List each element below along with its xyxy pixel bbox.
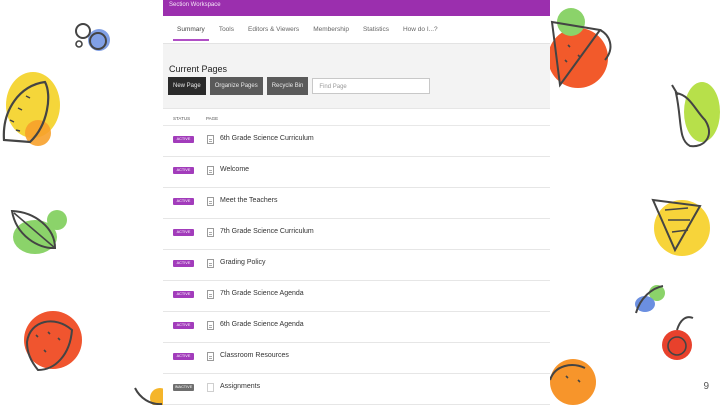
page-icon [207,166,214,175]
workspace-title: Section Workspace [169,2,221,8]
toolbar-buttons: New Page Organize Pages Recycle Bin Find… [168,77,431,95]
status-badge: ACTIVE [173,198,194,205]
status-badge: ACTIVE [173,353,194,360]
status-badge: ACTIVE [173,167,194,174]
page-name-link[interactable]: Assignments [220,382,260,392]
current-pages-toolbar: Current Pages New Page Organize Pages Re… [163,44,550,109]
page-icon [207,259,214,268]
tab-membership[interactable]: Membership [306,16,356,43]
page-icon [207,197,214,206]
page-name-link[interactable]: Welcome [220,165,249,175]
table-row[interactable]: ACTIVE 7th Grade Science Curriculum [163,219,550,250]
table-row[interactable]: ACTIVE Classroom Resources [163,343,550,374]
orange-slice-icon [651,198,710,256]
page-icon [207,290,214,299]
watermelon-icon [548,8,612,88]
table-row[interactable]: ACTIVE Welcome [163,157,550,188]
tab-tools[interactable]: Tools [212,16,241,43]
pages-table: ACTIVE 6th Grade Science Curriculum ACTI… [163,126,550,405]
status-badge: INACTIVE [173,384,194,391]
column-page: PAGE [206,116,219,121]
blueberry-icon [75,23,110,51]
status-badge: ACTIVE [173,322,194,329]
page-icon [207,321,214,330]
organize-pages-button[interactable]: Organize Pages [209,77,263,95]
table-row[interactable]: INACTIVE Assignments [163,374,550,405]
table-row[interactable]: ACTIVE Grading Policy [163,250,550,281]
status-badge: ACTIVE [173,229,194,236]
page-icon [207,352,214,361]
table-row[interactable]: ACTIVE 6th Grade Science Curriculum [163,126,550,157]
tab-how-do-i[interactable]: How do I...? [396,16,445,43]
status-badge: ACTIVE [173,291,194,298]
workspace-screenshot: Section Workspace Summary Tools Editors … [163,0,550,405]
page-icon [207,383,214,392]
tab-statistics[interactable]: Statistics [356,16,396,43]
status-badge: ACTIVE [173,260,194,267]
orange-icon [549,359,596,405]
slide-number: 9 [703,381,709,392]
small-leaf-icon [635,285,665,314]
page-name-link[interactable]: 6th Grade Science Agenda [220,320,304,330]
strawberry-icon [24,311,82,372]
cherry-icon [662,316,694,360]
section-title: Current Pages [169,64,228,74]
status-badge: ACTIVE [173,136,194,143]
recycle-bin-button[interactable]: Recycle Bin [266,77,309,95]
page-name-link[interactable]: 7th Grade Science Agenda [220,289,304,299]
page-name-link[interactable]: 6th Grade Science Curriculum [220,134,314,144]
page-name-link[interactable]: 7th Grade Science Curriculum [220,227,314,237]
page-icon [207,135,214,144]
tab-summary[interactable]: Summary [170,16,212,43]
table-row[interactable]: ACTIVE 6th Grade Science Agenda [163,312,550,343]
workspace-header: Section Workspace [163,0,550,16]
find-page-input[interactable]: Find Page [312,78,431,94]
tab-editors-viewers[interactable]: Editors & Viewers [241,16,306,43]
column-status: STATUS [173,116,191,121]
leaf-icon [10,209,67,254]
page-name-link[interactable]: Meet the Teachers [220,196,277,206]
lemon-icon [2,72,60,146]
new-page-button[interactable]: New Page [168,77,206,95]
tab-bar: Summary Tools Editors & Viewers Membersh… [163,16,550,44]
table-header: STATUS PAGE [163,113,550,126]
pear-icon [671,82,720,148]
page-name-link[interactable]: Grading Policy [220,258,266,268]
table-row[interactable]: ACTIVE 7th Grade Science Agenda [163,281,550,312]
table-row[interactable]: ACTIVE Meet the Teachers [163,188,550,219]
page-name-link[interactable]: Classroom Resources [220,351,289,361]
page-icon [207,228,214,237]
